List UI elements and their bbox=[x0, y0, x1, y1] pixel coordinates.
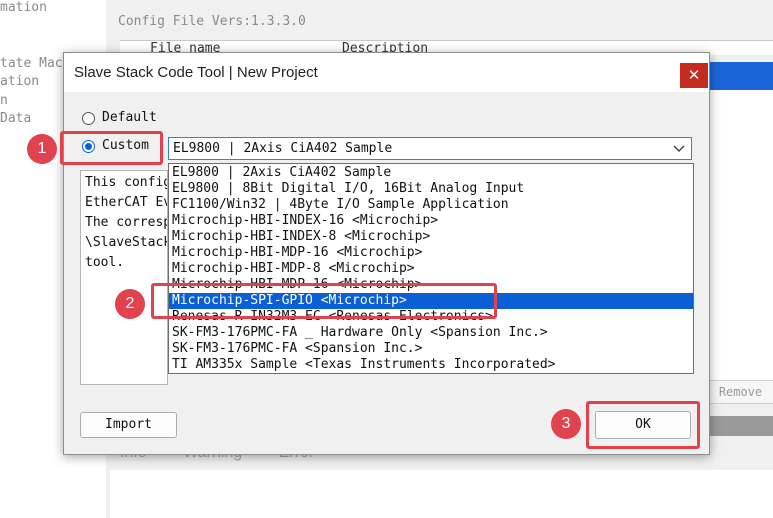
background-bar bbox=[710, 416, 773, 436]
configuration-select-value: EL9800 | 2Axis CiA402 Sample bbox=[173, 141, 393, 156]
description-line: The corresp bbox=[85, 215, 168, 230]
dropdown-option[interactable]: Microchip-HBI-MDP-16 <Microchip> bbox=[169, 245, 693, 261]
dropdown-option[interactable]: Microchip-HBI-MDP-8 <Microchip> bbox=[169, 261, 693, 277]
description-textbox: This config EtherCAT Ev The corresp \Sla… bbox=[80, 170, 168, 385]
configuration-select[interactable]: EL9800 | 2Axis CiA402 Sample bbox=[168, 137, 692, 160]
dialog-titlebar: Slave Stack Code Tool | New Project ✕ bbox=[64, 53, 709, 92]
dropdown-option[interactable]: EL9800 | 8Bit Digital I/O, 16Bit Analog … bbox=[169, 181, 693, 197]
dropdown-option[interactable]: FC1100/Win32 | 4Byte I/O Sample Applicat… bbox=[169, 197, 693, 213]
file-table-selected-row[interactable] bbox=[708, 62, 773, 90]
highlight-ok-button bbox=[586, 401, 700, 449]
left-panel-line: ation bbox=[0, 74, 40, 89]
step-marker-2: 2 bbox=[115, 289, 145, 319]
description-line: This config bbox=[85, 175, 168, 190]
left-panel-line: mation bbox=[0, 0, 47, 15]
configuration-dropdown-list: EL9800 | 2Axis CiA402 Sample EL9800 | 8B… bbox=[168, 163, 694, 374]
left-panel-line: n bbox=[0, 93, 8, 108]
dropdown-option[interactable]: TI AM335x Sample <Texas Instruments Inco… bbox=[169, 357, 693, 373]
left-panel-line: tate Mac bbox=[0, 56, 63, 71]
log-output-area bbox=[110, 470, 773, 518]
step-marker-1: 1 bbox=[27, 134, 57, 164]
description-line: \SlaveStack bbox=[85, 235, 168, 250]
step-marker-3: 3 bbox=[551, 409, 581, 439]
highlight-selected-option bbox=[151, 283, 497, 319]
dropdown-option[interactable]: SK-FM3-176PMC-FA <Spansion Inc.> bbox=[169, 341, 693, 357]
dropdown-option[interactable]: Microchip-HBI-INDEX-8 <Microchip> bbox=[169, 229, 693, 245]
import-button[interactable]: Import bbox=[80, 412, 177, 438]
close-button[interactable]: ✕ bbox=[680, 63, 708, 88]
dropdown-option[interactable]: EL9800 | 2Axis CiA402 Sample bbox=[169, 165, 693, 181]
close-icon: ✕ bbox=[687, 67, 701, 84]
dialog-title: Slave Stack Code Tool | New Project bbox=[74, 64, 318, 81]
dropdown-option[interactable]: SK-FM3-176PMC-FA _ Hardware Only <Spansi… bbox=[169, 325, 693, 341]
default-radio[interactable] bbox=[82, 112, 95, 125]
left-panel-line: Data bbox=[0, 111, 32, 126]
description-line: EtherCAT Ev bbox=[85, 195, 168, 210]
highlight-custom-radio bbox=[60, 131, 163, 165]
chevron-down-icon bbox=[673, 145, 685, 153]
default-radio-label: Default bbox=[102, 110, 157, 125]
new-project-dialog: Slave Stack Code Tool | New Project ✕ De… bbox=[63, 52, 710, 455]
description-line: tool. bbox=[85, 255, 125, 270]
dropdown-option[interactable]: Microchip-HBI-INDEX-16 <Microchip> bbox=[169, 213, 693, 229]
config-version-label: Config File Vers:1.3.3.0 bbox=[118, 14, 306, 29]
remove-button[interactable]: Remove bbox=[706, 380, 773, 404]
file-table-body bbox=[710, 62, 773, 392]
